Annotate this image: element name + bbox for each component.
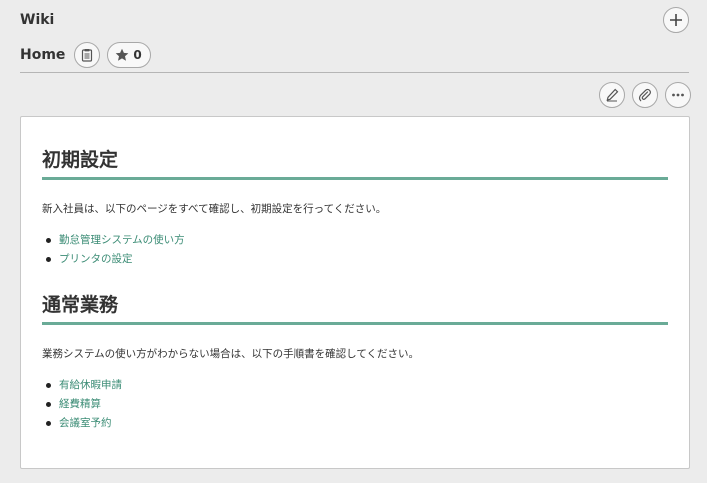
wiki-page: Wiki Home 0 初期設定 新入社員は、以下のページをすべて確認し、初期設…	[0, 0, 707, 483]
wiki-link[interactable]: 有給休暇申請	[59, 379, 122, 391]
list-item: 会議室予約	[42, 414, 668, 433]
star-button[interactable]: 0	[107, 42, 151, 68]
link-list: 勤怠管理システムの使い方 プリンタの設定	[42, 231, 668, 269]
star-count: 0	[133, 48, 142, 62]
more-button[interactable]	[665, 82, 691, 108]
wiki-link[interactable]: プリンタの設定	[59, 253, 133, 265]
section-initial-setup: 初期設定 新入社員は、以下のページをすべて確認し、初期設定を行ってください。 勤…	[42, 147, 668, 269]
section-daily-work: 通常業務 業務システムの使い方がわからない場合は、以下の手順書を確認してください…	[42, 292, 668, 433]
section-heading: 初期設定	[42, 147, 668, 180]
star-icon	[116, 48, 129, 61]
list-item: 経費精算	[42, 395, 668, 414]
clipboard-icon	[82, 49, 93, 62]
wiki-content: 初期設定 新入社員は、以下のページをすべて確認し、初期設定を行ってください。 勤…	[20, 116, 690, 469]
list-item: 有給休暇申請	[42, 376, 668, 395]
list-item: 勤怠管理システムの使い方	[42, 231, 668, 250]
wiki-title: Wiki	[20, 12, 55, 28]
bullet	[46, 238, 51, 243]
section-heading: 通常業務	[42, 292, 668, 325]
add-page-button[interactable]	[663, 7, 689, 33]
page-toolbar	[599, 82, 691, 108]
page-title-row: Home 0	[20, 42, 151, 68]
header-divider	[20, 72, 689, 73]
section-description: 業務システムの使い方がわからない場合は、以下の手順書を確認してください。	[42, 348, 420, 360]
bullet	[46, 402, 51, 407]
pencil-icon	[606, 88, 619, 102]
more-icon	[672, 93, 684, 97]
wiki-link[interactable]: 会議室予約	[59, 417, 112, 429]
attach-button[interactable]	[632, 82, 658, 108]
list-item: プリンタの設定	[42, 250, 668, 269]
bullet	[46, 257, 51, 262]
bullet	[46, 383, 51, 388]
link-list: 有給休暇申請 経費精算 会議室予約	[42, 376, 668, 433]
copy-button[interactable]	[74, 42, 101, 68]
edit-button[interactable]	[599, 82, 625, 108]
section-description: 新入社員は、以下のページをすべて確認し、初期設定を行ってください。	[42, 203, 387, 215]
page-title: Home	[20, 47, 66, 63]
paperclip-icon	[638, 88, 651, 102]
bullet	[46, 421, 51, 426]
wiki-link[interactable]: 経費精算	[59, 398, 101, 410]
wiki-link[interactable]: 勤怠管理システムの使い方	[59, 234, 185, 246]
plus-icon	[670, 14, 682, 26]
